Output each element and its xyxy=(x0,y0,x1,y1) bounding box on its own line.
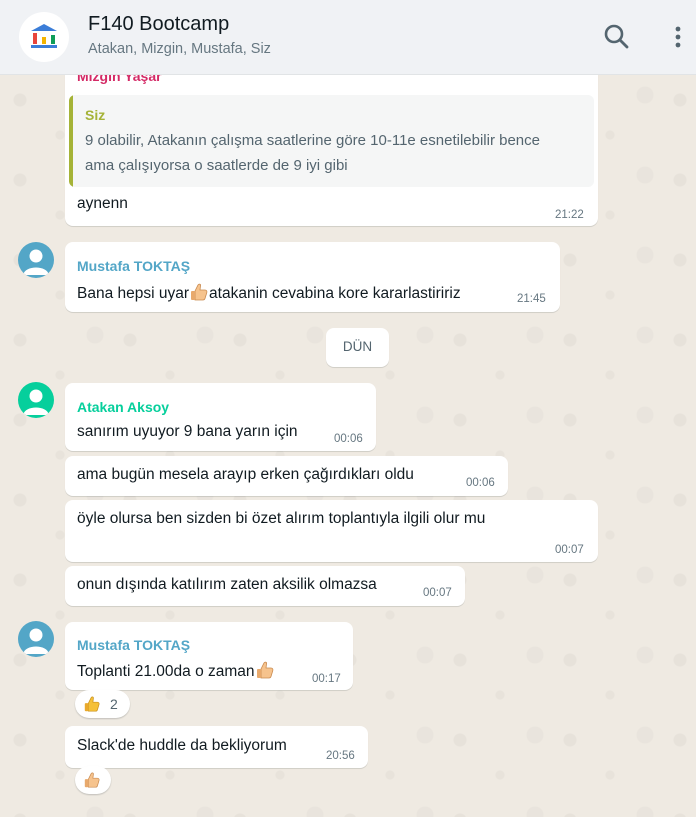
message-time: 00:07 xyxy=(555,544,584,556)
thumbs-up-icon xyxy=(84,696,100,712)
message-text: Toplanti 21.00da o zaman xyxy=(77,660,275,681)
message-bubble[interactable]: Mustafa TOKTAŞ Toplanti 21.00da o zaman … xyxy=(65,622,353,690)
reaction-count: 2 xyxy=(110,696,118,712)
user-avatar-icon xyxy=(18,621,54,657)
quote-author: Siz xyxy=(85,107,106,123)
thumbs-up-icon xyxy=(84,772,100,788)
message-bubble[interactable]: onun dışında katılırım zaten aksilik olm… xyxy=(65,566,465,606)
message-text: onun dışında katılırım zaten aksilik olm… xyxy=(77,576,377,593)
message-bubble[interactable]: ama bugün mesela arayıp erken çağırdıkla… xyxy=(65,456,508,496)
message-time: 00:17 xyxy=(312,673,341,685)
reaction-pill[interactable]: 2 xyxy=(75,690,130,718)
message-time: 00:07 xyxy=(423,587,452,599)
sender-name[interactable]: Mustafa TOKTAŞ xyxy=(77,258,190,274)
quote-text-line: 9 olabilir, Atakanın çalışma saatlerine … xyxy=(85,132,540,149)
message-text: sanırım uyuyor 9 bana yarın için xyxy=(77,423,298,440)
message-time: 00:06 xyxy=(466,477,495,489)
search-icon xyxy=(604,24,629,49)
chat-title[interactable]: F140 Bootcamp xyxy=(88,13,229,36)
quote-accent-bar xyxy=(69,95,73,187)
message-text: ama bugün mesela arayıp erken çağırdıkla… xyxy=(77,466,414,483)
user-avatar-icon xyxy=(18,382,54,418)
message-time: 21:45 xyxy=(517,293,546,305)
message-bubble[interactable]: Mustafa TOKTAŞ Bana hepsi uyar atakanin c… xyxy=(65,242,560,312)
sender-name[interactable]: Atakan Aksoy xyxy=(77,399,169,415)
quote-text-line: ama çalışıyorsa o saatlerde de 9 iyi gib… xyxy=(85,157,348,174)
thumbs-up-icon xyxy=(256,661,273,679)
sender-name[interactable]: Mizgin Yaşar xyxy=(77,75,162,84)
message-list[interactable]: Mizgin Yaşar Siz 9 olabilir, Atakanın ça… xyxy=(0,75,696,817)
message-bubble[interactable]: Atakan Aksoy sanırım uyuyor 9 bana yarın… xyxy=(65,383,376,451)
date-divider: DÜN xyxy=(326,328,389,367)
message-text: Slack'de huddle da bekliyorum xyxy=(77,737,287,754)
avatar[interactable] xyxy=(18,242,54,278)
message-text-part: atakanin cevabina kore kararlastiririz xyxy=(209,285,461,302)
chat-participants[interactable]: Atakan, Mizgin, Mustafa, Siz xyxy=(88,41,271,57)
message-time: 20:56 xyxy=(326,750,355,762)
avatar[interactable] xyxy=(18,621,54,657)
kebab-menu-icon xyxy=(675,26,681,48)
bank-icon xyxy=(31,24,57,48)
user-avatar-icon xyxy=(18,242,54,278)
message-text: Bana hepsi uyar atakanin cevabina kore ka… xyxy=(77,282,461,303)
avatar[interactable] xyxy=(18,382,54,418)
message-time: 21:22 xyxy=(555,209,584,221)
message-text-part: Bana hepsi uyar xyxy=(77,285,190,302)
reaction-pill[interactable] xyxy=(75,766,111,794)
message-text: aynenn xyxy=(77,195,128,212)
message-bubble[interactable]: öyle olursa ben sizden bi özet alırım to… xyxy=(65,500,598,562)
message-time: 00:06 xyxy=(334,433,363,445)
quoted-message[interactable]: Siz 9 olabilir, Atakanın çalışma saatler… xyxy=(69,95,594,187)
sender-name[interactable]: Mustafa TOKTAŞ xyxy=(77,637,190,653)
message-text-part: Toplanti 21.00da o zaman xyxy=(77,663,255,680)
message-bubble[interactable]: Mizgin Yaşar Siz 9 olabilir, Atakanın ça… xyxy=(65,75,598,226)
thumbs-up-icon xyxy=(191,283,208,301)
group-avatar[interactable] xyxy=(19,12,69,62)
menu-button[interactable] xyxy=(663,22,693,52)
search-button[interactable] xyxy=(602,22,632,52)
message-text: öyle olursa ben sizden bi özet alırım to… xyxy=(77,510,486,527)
message-bubble[interactable]: Slack'de huddle da bekliyorum 20:56 xyxy=(65,726,368,768)
chat-header[interactable]: F140 Bootcamp Atakan, Mizgin, Mustafa, S… xyxy=(0,0,696,75)
